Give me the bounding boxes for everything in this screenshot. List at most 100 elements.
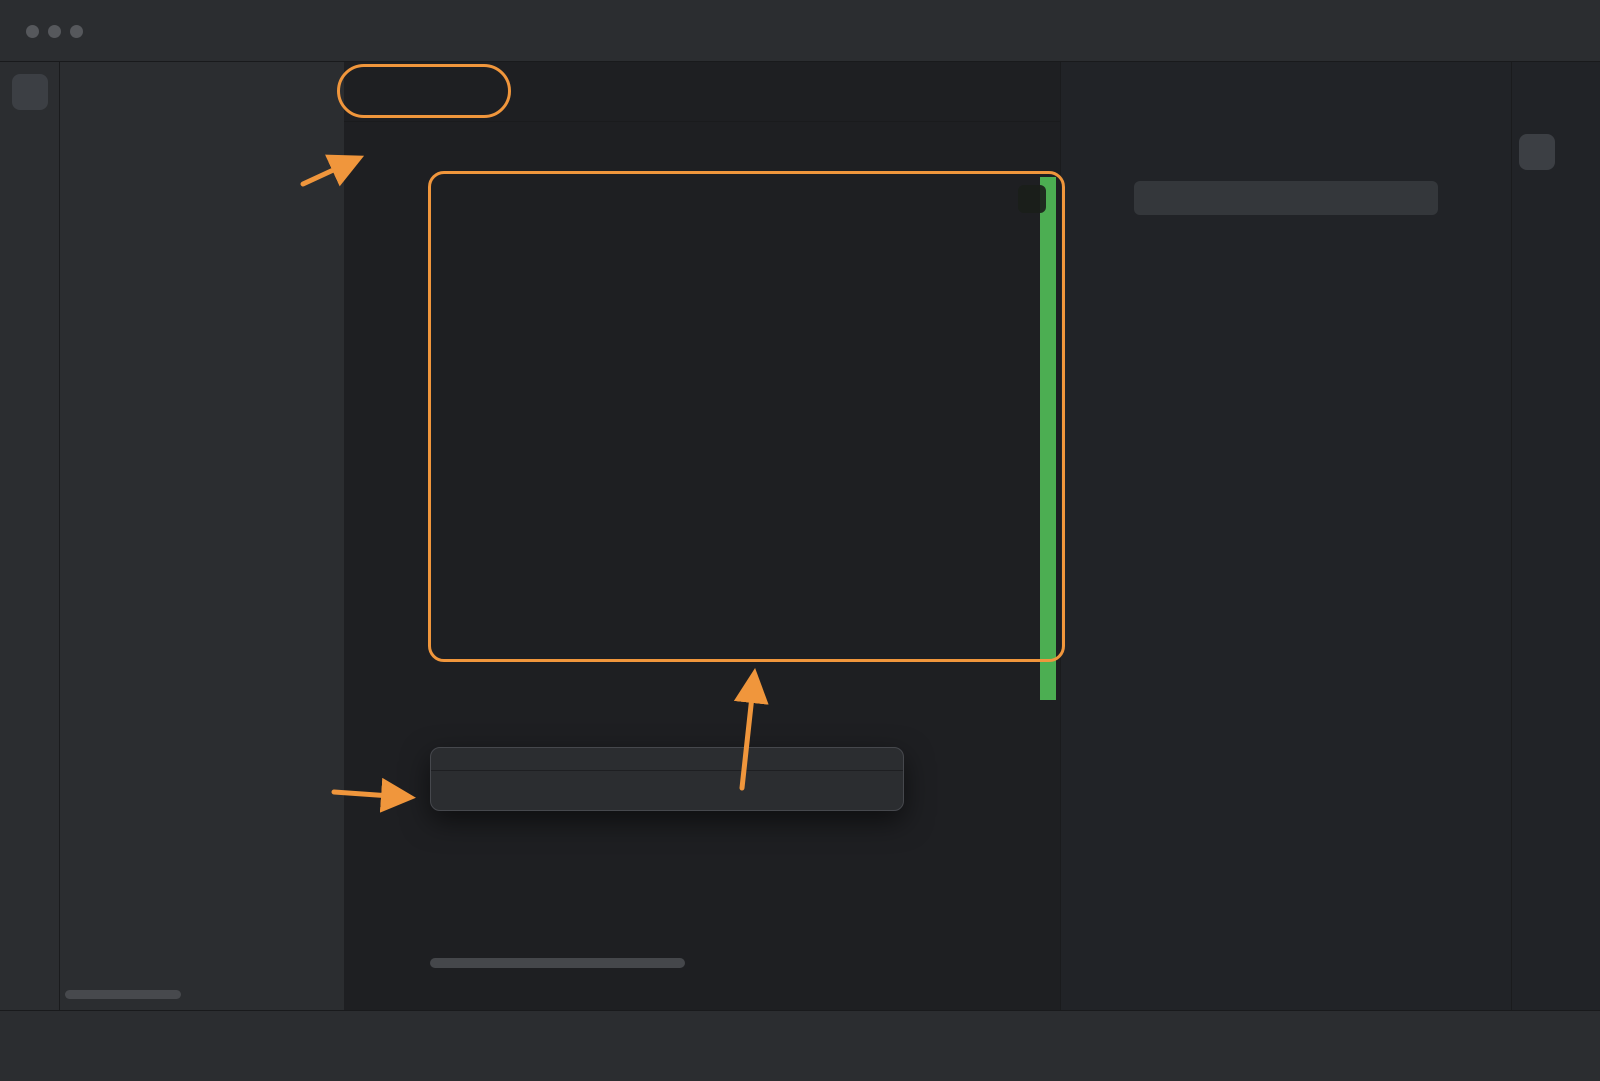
code-with-me-button[interactable] [1409, 0, 1435, 62]
settings-button[interactable] [1524, 0, 1550, 62]
schema-selector[interactable] [637, 141, 683, 159]
filter-button[interactable] [1441, 128, 1471, 158]
customize-link[interactable] [431, 770, 903, 810]
search-everywhere-button[interactable] [1467, 0, 1493, 62]
run-config-icon [948, 22, 966, 40]
statement-success-icon [1018, 185, 1046, 213]
redis-icon [376, 83, 394, 101]
tabs-more-icon[interactable] [1018, 82, 1038, 102]
terminal-tool-button[interactable] [12, 819, 48, 855]
more-icon [18, 257, 42, 281]
services-play-icon [18, 766, 42, 790]
edit-button[interactable] [1327, 128, 1357, 158]
data-source-settings-button[interactable] [1193, 128, 1223, 158]
database-tool-button-right[interactable] [1519, 134, 1555, 170]
more-icon [1526, 198, 1548, 220]
schema-icon [637, 141, 655, 159]
console-selector[interactable] [703, 141, 749, 159]
parameters-button[interactable] [436, 132, 472, 168]
project-panel-header[interactable] [60, 62, 344, 118]
folder-icon [18, 80, 42, 104]
editor-area [344, 62, 1060, 1010]
more-tool-windows-button[interactable] [12, 251, 48, 287]
close-tab-icon[interactable] [410, 85, 424, 99]
table-view-button[interactable] [1289, 128, 1319, 158]
redis-icon [1097, 188, 1117, 208]
statements-popup-title [431, 748, 903, 770]
execution-marker-strip [1040, 177, 1056, 700]
database-tree-row-redis[interactable] [1061, 180, 1600, 216]
structure-icon [18, 198, 42, 222]
pencil-icon [1333, 134, 1351, 152]
update-project-button[interactable] [536, 0, 562, 62]
project-horizontal-scrollbar[interactable] [65, 990, 181, 999]
git-branch-icon [406, 22, 424, 40]
bell-icon [1525, 80, 1549, 104]
structure-tool-button[interactable] [12, 192, 48, 228]
version-control-tool-button[interactable] [12, 937, 48, 973]
project-tool-button[interactable] [12, 74, 48, 110]
database-tool-button[interactable] [12, 701, 48, 737]
window-controls [26, 0, 83, 62]
gear-icon [1199, 134, 1217, 152]
run-config-selector[interactable] [948, 0, 994, 62]
disconnect-button[interactable] [1231, 128, 1261, 158]
commit-tool-button[interactable] [12, 133, 48, 169]
chevron-down-icon [96, 83, 110, 97]
run-icon [1182, 20, 1204, 42]
more-run-actions-button[interactable] [1283, 0, 1309, 62]
chevron-down-icon [561, 143, 575, 157]
chevron-down-icon [155, 24, 169, 38]
gear-icon [1525, 19, 1549, 43]
refresh-icon [1161, 134, 1179, 152]
more-tool-windows-button-right[interactable] [1526, 198, 1548, 220]
gear-icon [480, 140, 500, 160]
stop-icon [516, 140, 536, 160]
lock-icon[interactable] [1532, 1031, 1548, 1047]
chevron-down-icon [438, 24, 452, 38]
disconnect-database-icon [1237, 134, 1255, 152]
notifications-button[interactable] [1525, 80, 1549, 104]
detach-button[interactable] [1365, 128, 1395, 158]
services-tool-button[interactable] [12, 760, 48, 796]
tab-setup-redis[interactable] [440, 62, 498, 122]
chevron-down-icon [735, 143, 749, 157]
chevron-right-icon[interactable] [1077, 191, 1091, 205]
close-window-button[interactable] [26, 25, 39, 38]
history-clock-icon [408, 140, 428, 160]
git-branch-icon [18, 943, 42, 967]
refresh-button[interactable] [1155, 128, 1185, 158]
debug-button[interactable] [1229, 0, 1255, 62]
project-tree [60, 118, 344, 120]
redis-icon [456, 83, 474, 101]
history-button[interactable] [400, 132, 436, 168]
editor-horizontal-scrollbar[interactable] [430, 958, 685, 968]
parameters-icon [444, 140, 464, 160]
tab-console[interactable] [360, 62, 440, 122]
chevron-right-icon [599, 143, 613, 157]
zoom-window-button[interactable] [70, 25, 83, 38]
branch-widget[interactable] [406, 0, 452, 62]
duplicate-button[interactable] [1117, 128, 1147, 158]
code-editor[interactable] [344, 177, 1060, 1010]
push-button[interactable] [595, 0, 621, 62]
update-project-icon [538, 20, 560, 42]
run-button[interactable] [1180, 0, 1206, 62]
run-statement-button[interactable] [364, 132, 400, 168]
playground-selector[interactable] [554, 143, 575, 157]
console-toolbar [344, 122, 1060, 177]
project-switcher[interactable] [148, 0, 169, 62]
kebab-menu-icon [1286, 21, 1306, 41]
problems-tool-button[interactable] [12, 878, 48, 914]
console-settings-button[interactable] [472, 132, 508, 168]
project-panel [60, 62, 344, 1010]
stop-button[interactable] [508, 132, 544, 168]
add-data-source-button[interactable] [1079, 128, 1109, 158]
new-query-console-button[interactable] [1403, 128, 1433, 158]
titlebar [0, 0, 1600, 62]
minimize-window-button[interactable] [48, 25, 61, 38]
run-icon [372, 140, 392, 160]
database-icon [18, 707, 42, 731]
statusbar-widgets [1372, 1021, 1548, 1057]
right-strip-divider [1511, 62, 1512, 1010]
